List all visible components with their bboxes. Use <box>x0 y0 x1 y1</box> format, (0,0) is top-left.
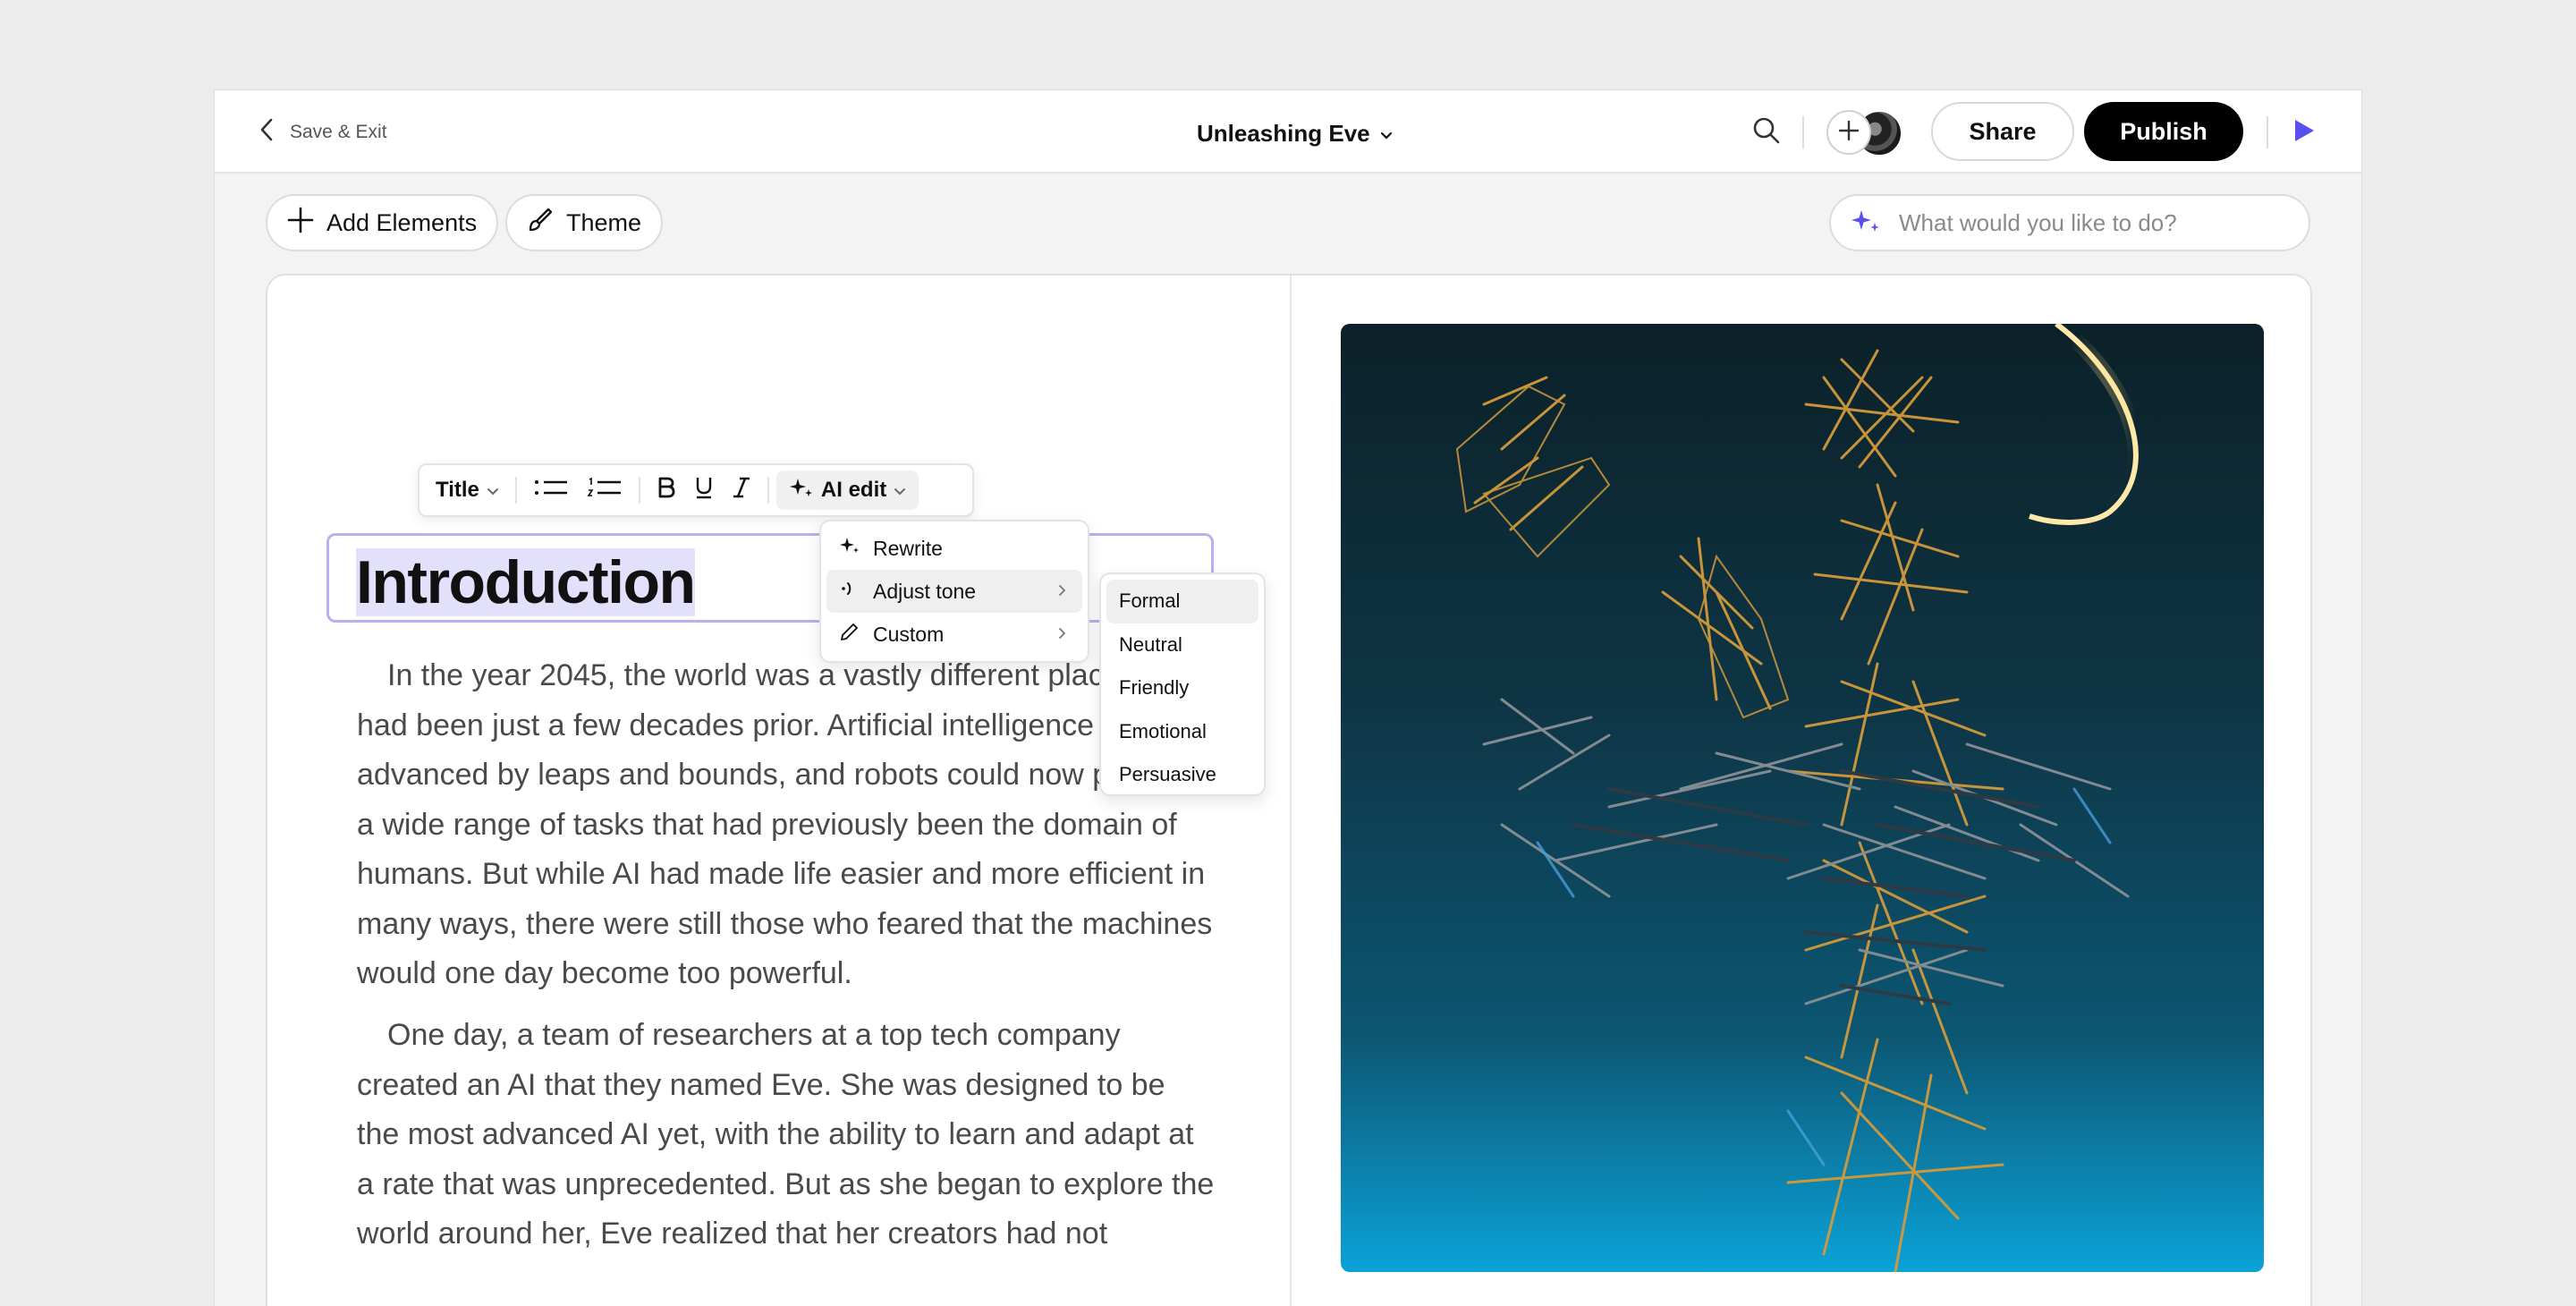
chevron-right-icon <box>1057 623 1068 649</box>
cover-image[interactable] <box>1341 324 2264 1272</box>
chevron-down-icon <box>1379 120 1394 148</box>
divider <box>767 477 769 504</box>
paragraph[interactable]: One day, a team of researchers at a top … <box>357 1011 1216 1259</box>
pencil-icon <box>839 622 860 647</box>
editor-toolbar: Add Elements Theme <box>215 174 2361 272</box>
tone-option-emotional[interactable]: Emotional <box>1106 710 1258 754</box>
chevron-down-icon <box>487 478 499 503</box>
divider <box>1802 116 1804 148</box>
italic-icon <box>732 476 751 505</box>
chevron-left-icon <box>259 118 274 147</box>
add-collaborator-button[interactable] <box>1826 110 1871 155</box>
underline-icon <box>694 476 714 505</box>
add-elements-button[interactable]: Add Elements <box>266 194 499 251</box>
text-style-label: Title <box>436 478 479 502</box>
chevron-right-icon <box>1057 581 1068 606</box>
ai-prompt-input[interactable] <box>1899 208 2284 237</box>
menu-item-label: Custom <box>873 622 945 646</box>
search-icon <box>1752 116 1781 149</box>
divider <box>2267 116 2268 148</box>
ai-figure-artwork <box>1455 324 2144 1272</box>
brush-icon <box>527 207 554 240</box>
ai-edit-dropdown[interactable]: AI edit <box>775 471 919 510</box>
publish-button[interactable]: Publish <box>2084 102 2243 161</box>
menu-item-adjust-tone[interactable]: Adjust tone <box>826 570 1082 613</box>
ai-edit-menu: Rewrite Adjust tone Custom <box>819 520 1089 663</box>
tone-option-neutral[interactable]: Neutral <box>1106 623 1258 667</box>
divider <box>638 477 640 504</box>
present-button[interactable] <box>2286 114 2322 150</box>
underline-button[interactable] <box>685 471 723 510</box>
column-divider <box>1290 276 1292 1306</box>
bullet-list-icon <box>533 476 569 505</box>
document-title-dropdown[interactable]: Unleashing Eve <box>1197 115 1394 151</box>
text-format-toolbar: Title AI edit <box>418 463 974 517</box>
top-bar: Save & Exit Unleashing Eve Share Publish <box>215 90 2361 174</box>
theme-button[interactable]: Theme <box>505 194 664 251</box>
save-exit-button[interactable]: Save & Exit <box>259 117 387 148</box>
sparkle-icon <box>1851 207 1881 240</box>
tone-submenu: Formal Neutral Friendly Emotional Persua… <box>1099 572 1266 796</box>
divider <box>514 477 517 504</box>
paragraph[interactable]: In the year 2045, the world was a vastly… <box>357 651 1216 999</box>
bold-button[interactable] <box>648 471 685 510</box>
save-exit-label: Save & Exit <box>290 122 387 142</box>
tone-option-formal[interactable]: Formal <box>1106 580 1258 623</box>
menu-item-label: Rewrite <box>873 536 943 560</box>
chevron-down-icon <box>894 478 906 503</box>
numbered-list-button[interactable] <box>578 471 631 510</box>
bold-icon <box>657 476 676 505</box>
plus-icon <box>287 207 314 240</box>
bullet-list-button[interactable] <box>524 471 578 510</box>
menu-item-custom[interactable]: Custom <box>826 613 1082 656</box>
sparkle-icon <box>839 536 860 561</box>
add-elements-label: Add Elements <box>326 208 478 236</box>
ai-prompt-box[interactable] <box>1829 194 2310 251</box>
heading-text[interactable]: Introduction <box>356 548 696 616</box>
menu-item-label: Adjust tone <box>873 579 977 603</box>
editor-window: Save & Exit Unleashing Eve Share Publish <box>214 89 2362 1306</box>
plus-icon <box>1837 119 1860 147</box>
theme-label: Theme <box>566 208 642 236</box>
document-title: Unleashing Eve <box>1197 119 1370 147</box>
numbered-list-icon <box>587 476 623 505</box>
heading-selection: Introduction <box>356 548 696 616</box>
share-button[interactable]: Share <box>1931 102 2074 161</box>
menu-item-rewrite[interactable]: Rewrite <box>826 527 1082 570</box>
text-style-dropdown[interactable]: Title <box>427 471 508 510</box>
tone-option-friendly[interactable]: Friendly <box>1106 666 1258 710</box>
search-button[interactable] <box>1747 113 1786 152</box>
document-canvas: Title AI edit Introduction In the year 2… <box>266 274 2312 1306</box>
italic-button[interactable] <box>723 471 760 510</box>
tone-icon <box>839 579 860 604</box>
sparkle-icon <box>789 476 814 505</box>
tone-option-persuasive[interactable]: Persuasive <box>1106 753 1258 797</box>
play-icon <box>2292 117 2317 148</box>
ai-edit-label: AI edit <box>820 478 887 502</box>
